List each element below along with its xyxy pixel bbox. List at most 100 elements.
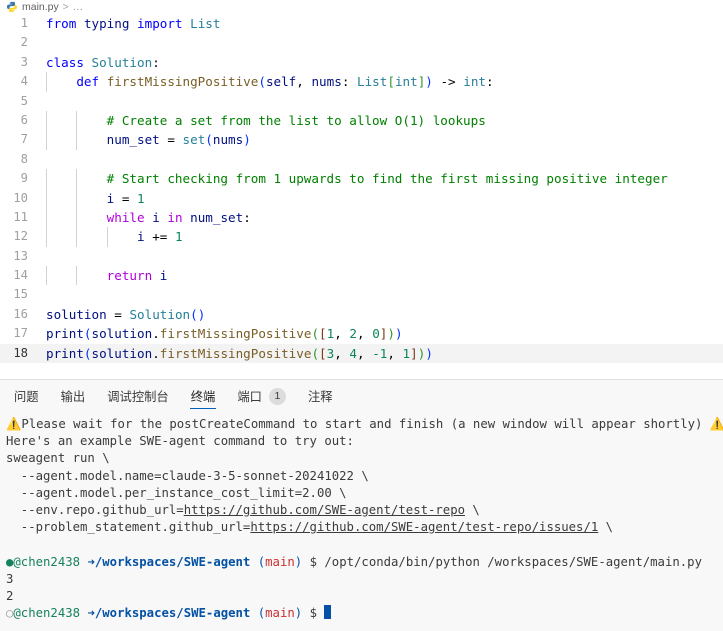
code-token: )	[387, 326, 395, 342]
code-line[interactable]: 10 i = 1	[0, 188, 723, 208]
code-token: set	[182, 132, 206, 148]
line-number: 6	[20, 112, 28, 127]
code-line-text: num_set = set(nums)	[44, 130, 723, 150]
code-token: solution	[46, 306, 107, 322]
terminal-link[interactable]: https://github.com/SWE-agent/test-repo/i…	[250, 520, 598, 534]
terminal-text: Here's an example SWE-agent command to t…	[6, 434, 354, 449]
code-line[interactable]: 18 print(solution.firstMissingPositive([3…	[0, 343, 723, 364]
code-token: return	[106, 268, 153, 284]
vscode-window: main.py > … 1 from typing import List 2 3 cl…	[0, 0, 723, 631]
code-token: i	[152, 209, 160, 225]
code-token: ,	[387, 345, 395, 361]
code-line[interactable]: 3 class Solution:	[0, 53, 723, 72]
panel-tab[interactable]: 注释	[308, 380, 333, 412]
panel-tab[interactable]: 输出	[61, 380, 86, 412]
terminal-text: Please wait for the postCreateCommand to…	[21, 417, 703, 431]
indent-guide	[76, 266, 78, 286]
terminal-line: --agent.model.per_instance_cost_limit=2.…	[6, 485, 717, 502]
terminal-text: --agent.model.name=claude-3-5-sonnet-202…	[6, 468, 369, 483]
line-number: 9	[20, 171, 28, 186]
prompt-symbol: $	[309, 606, 317, 621]
code-line-text: def firstMissingPositive(self, nums: Lis…	[44, 72, 723, 92]
terminal-link[interactable]: https://github.com/SWE-agent/test-repo	[184, 503, 465, 517]
prompt-path: /workspaces/SWE-agent	[94, 606, 251, 621]
panel-tab[interactable]: 终端	[189, 380, 216, 412]
code-line-text: return i	[44, 266, 723, 286]
code-line[interactable]: 13	[0, 247, 723, 266]
code-line-text: # Start checking from 1 upwards to find …	[44, 169, 723, 189]
line-number: 13	[13, 248, 28, 263]
code-token: .	[152, 345, 160, 361]
code-token: )	[243, 132, 251, 148]
code-token: (	[311, 345, 320, 361]
indent-guide	[46, 72, 47, 92]
terminal-line: sweagent run \	[6, 450, 717, 467]
line-number: 14	[13, 268, 28, 283]
code-line[interactable]: 14 return i	[0, 266, 723, 286]
code-line[interactable]: 6 # Create a set from the list to allow …	[0, 110, 723, 131]
code-token: (	[83, 345, 92, 361]
panel-tab[interactable]: 端口 1	[237, 380, 286, 412]
code-token: nums	[212, 132, 244, 148]
code-token: List	[190, 16, 221, 31]
code-line[interactable]: 15	[0, 285, 723, 304]
code-line[interactable]: 7 num_set = set(nums)	[0, 130, 723, 150]
code-token: +=	[152, 229, 168, 245]
breadcrumb[interactable]: main.py > …	[0, 0, 723, 14]
code-editor[interactable]: 1 from typing import List 2 3 class Solution…	[0, 14, 723, 379]
code-line[interactable]: 8	[0, 150, 723, 169]
terminal-line: --agent.model.name=claude-3-5-sonnet-202…	[6, 468, 717, 485]
code-line[interactable]: 5	[0, 92, 723, 111]
line-number: 2	[20, 35, 28, 50]
panel-tab[interactable]: 调试控制台	[107, 380, 169, 412]
code-line[interactable]: 11 while i in num_set:	[0, 207, 723, 228]
panel-tab-label: 输出	[60, 390, 86, 404]
line-number: 15	[13, 287, 28, 302]
code-token: (	[190, 306, 198, 322]
panel-tab-label: 调试控制台	[107, 390, 169, 404]
code-token: :	[485, 74, 494, 90]
code-token: ,	[357, 345, 365, 361]
code-line[interactable]: 16 solution = Solution()	[0, 305, 723, 324]
code-line[interactable]: 2	[0, 33, 723, 52]
code-token: # Start checking from 1 upwards to find …	[106, 171, 668, 187]
panel-tab-label: 注释	[307, 390, 333, 404]
breadcrumb-overflow[interactable]: …	[73, 1, 84, 13]
code-token: i	[137, 229, 145, 245]
code-token: num_set	[190, 209, 244, 225]
code-line-text: from typing import List	[44, 14, 723, 33]
prompt-arrow-icon: ➜	[87, 606, 95, 621]
code-token: :	[243, 209, 251, 225]
code-line[interactable]: 4 def firstMissingPositive(self, nums: L…	[0, 72, 723, 92]
code-line-text: i += 1	[44, 227, 723, 247]
code-line[interactable]: 1 from typing import List	[0, 14, 723, 33]
code-token: ,	[334, 326, 342, 342]
code-line[interactable]: 9 # Start checking from 1 upwards to fin…	[0, 169, 723, 189]
panel-tab-label: 终端	[190, 390, 216, 404]
code-token: import	[137, 16, 183, 31]
code-token: def	[76, 74, 100, 90]
code-token: (	[258, 74, 266, 90]
panel-tab-label: 问题	[14, 390, 39, 404]
indent-guide	[76, 130, 78, 150]
code-line[interactable]: 12 i += 1	[0, 227, 723, 247]
terminal-output[interactable]: ⚠️ Please wait for the postCreateCommand …	[0, 412, 723, 631]
code-token: i	[159, 268, 168, 284]
panel-tab[interactable]: 问题	[14, 380, 39, 412]
code-line[interactable]: 17 print(solution.firstMissingPositive([1…	[0, 324, 723, 343]
breadcrumb-file-name[interactable]: main.py	[22, 1, 59, 13]
terminal-line: ○@chen2438 ➜/workspaces/SWE-agent (main)…	[6, 605, 717, 622]
warning-icon: ⚠️	[709, 417, 723, 431]
